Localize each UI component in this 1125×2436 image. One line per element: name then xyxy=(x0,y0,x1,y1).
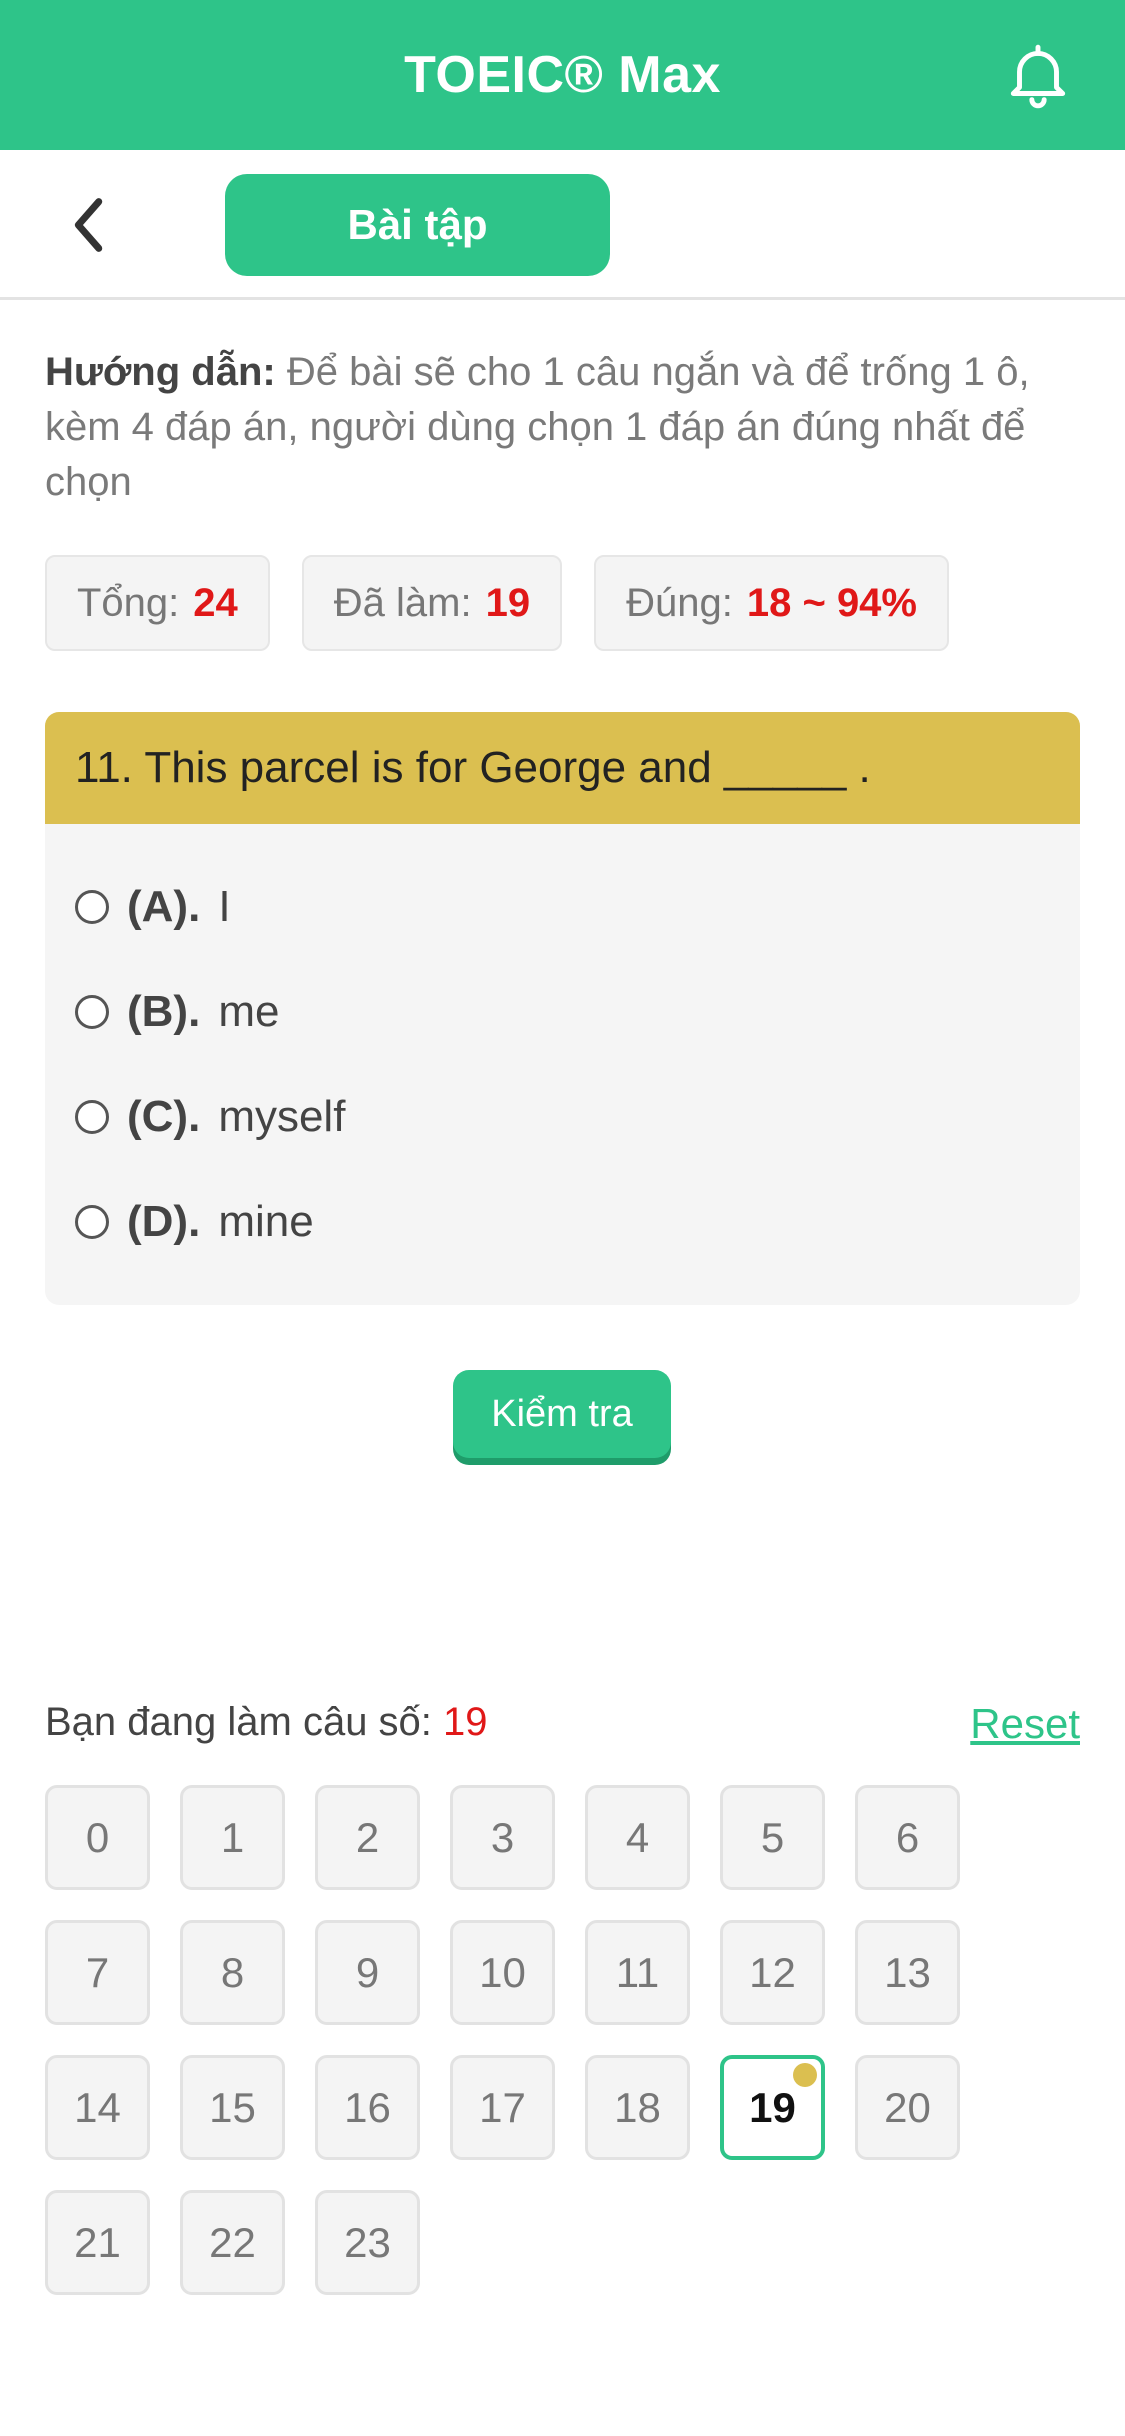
stat-correct-label: Đúng: xyxy=(626,580,733,625)
stat-done-label: Đã làm: xyxy=(333,580,472,625)
question-card: 11. This parcel is for George and _____ … xyxy=(45,712,1080,1305)
app-header: TOEIC® Max xyxy=(0,0,1125,150)
option-text: I xyxy=(218,881,231,931)
question-cell-22[interactable]: 22 xyxy=(180,2190,285,2295)
instructions: Hướng dẫn: Để bài sẽ cho 1 câu ngắn và đ… xyxy=(45,345,1085,510)
stat-total: Tổng: 24 xyxy=(45,555,270,651)
question-cell-6[interactable]: 6 xyxy=(855,1785,960,1890)
current-question-indicator: Bạn đang làm câu số: 19 xyxy=(45,1700,488,1745)
radio-button[interactable] xyxy=(75,889,109,924)
back-arrow-icon[interactable] xyxy=(55,190,125,260)
stat-done-value: 19 xyxy=(485,580,531,625)
question-cell-15[interactable]: 15 xyxy=(180,2055,285,2160)
question-cell-20[interactable]: 20 xyxy=(855,2055,960,2160)
question-cell-0[interactable]: 0 xyxy=(45,1785,150,1890)
question-text: 11. This parcel is for George and _____ … xyxy=(45,712,1080,824)
question-cell-14[interactable]: 14 xyxy=(45,2055,150,2160)
question-cell-19-current[interactable]: 19 xyxy=(720,2055,825,2160)
option-text: myself xyxy=(218,1091,346,1141)
question-cell-12[interactable]: 12 xyxy=(720,1920,825,2025)
stat-correct: Đúng: 18 ~ 94% xyxy=(594,555,949,651)
radio-button[interactable] xyxy=(75,1099,109,1134)
tab-exercise[interactable]: Bài tập xyxy=(225,174,610,276)
sub-navigation: Bài tập xyxy=(0,150,1125,300)
check-button[interactable]: Kiểm tra xyxy=(453,1370,671,1458)
option-letter: (A). xyxy=(127,881,201,931)
option-text: mine xyxy=(218,1196,314,1246)
question-cell-2[interactable]: 2 xyxy=(315,1785,420,1890)
current-question-label: Bạn đang làm câu số: xyxy=(45,1700,432,1744)
stats-bar: Tổng: 24 Đã làm: 19 Đúng: 18 ~ 94% xyxy=(45,555,949,651)
question-cell-10[interactable]: 10 xyxy=(450,1920,555,2025)
stat-total-label: Tổng: xyxy=(77,580,180,625)
answer-options: (A). I (B). me (C). myself (D). mine xyxy=(45,824,1080,1274)
option-letter: (B). xyxy=(127,986,201,1036)
question-cell-17[interactable]: 17 xyxy=(450,2055,555,2160)
question-cell-label: 19 xyxy=(749,2083,796,2131)
app-title: TOEIC® Max xyxy=(404,46,721,104)
question-cell-8[interactable]: 8 xyxy=(180,1920,285,2025)
question-navigator: 0 1 2 3 4 5 6 7 8 9 10 11 12 13 14 15 16… xyxy=(45,1785,1005,2295)
question-cell-9[interactable]: 9 xyxy=(315,1920,420,2025)
reset-link[interactable]: Reset xyxy=(970,1700,1080,1748)
option-letter: (D). xyxy=(127,1196,201,1246)
instructions-label: Hướng dẫn: xyxy=(45,350,276,394)
stat-correct-value: 18 ~ 94% xyxy=(746,580,917,625)
option-d[interactable]: (D). mine xyxy=(45,1169,1080,1274)
question-cell-18[interactable]: 18 xyxy=(585,2055,690,2160)
question-cell-7[interactable]: 7 xyxy=(45,1920,150,2025)
question-cell-11[interactable]: 11 xyxy=(585,1920,690,2025)
question-cell-21[interactable]: 21 xyxy=(45,2190,150,2295)
current-question-number: 19 xyxy=(443,1700,488,1744)
option-text: me xyxy=(218,986,280,1036)
option-c[interactable]: (C). myself xyxy=(45,1064,1080,1169)
option-a[interactable]: (A). I xyxy=(45,854,1080,959)
option-b[interactable]: (B). me xyxy=(45,959,1080,1064)
stat-total-value: 24 xyxy=(193,580,238,625)
bell-icon[interactable] xyxy=(1001,38,1075,112)
stat-done: Đã làm: 19 xyxy=(301,555,563,651)
option-letter: (C). xyxy=(127,1091,201,1141)
question-cell-23[interactable]: 23 xyxy=(315,2190,420,2295)
question-cell-3[interactable]: 3 xyxy=(450,1785,555,1890)
question-cell-5[interactable]: 5 xyxy=(720,1785,825,1890)
current-marker-dot xyxy=(793,2063,817,2087)
radio-button[interactable] xyxy=(75,994,109,1029)
radio-button[interactable] xyxy=(75,1204,109,1239)
question-cell-16[interactable]: 16 xyxy=(315,2055,420,2160)
question-cell-4[interactable]: 4 xyxy=(585,1785,690,1890)
question-cell-1[interactable]: 1 xyxy=(180,1785,285,1890)
question-cell-13[interactable]: 13 xyxy=(855,1920,960,2025)
